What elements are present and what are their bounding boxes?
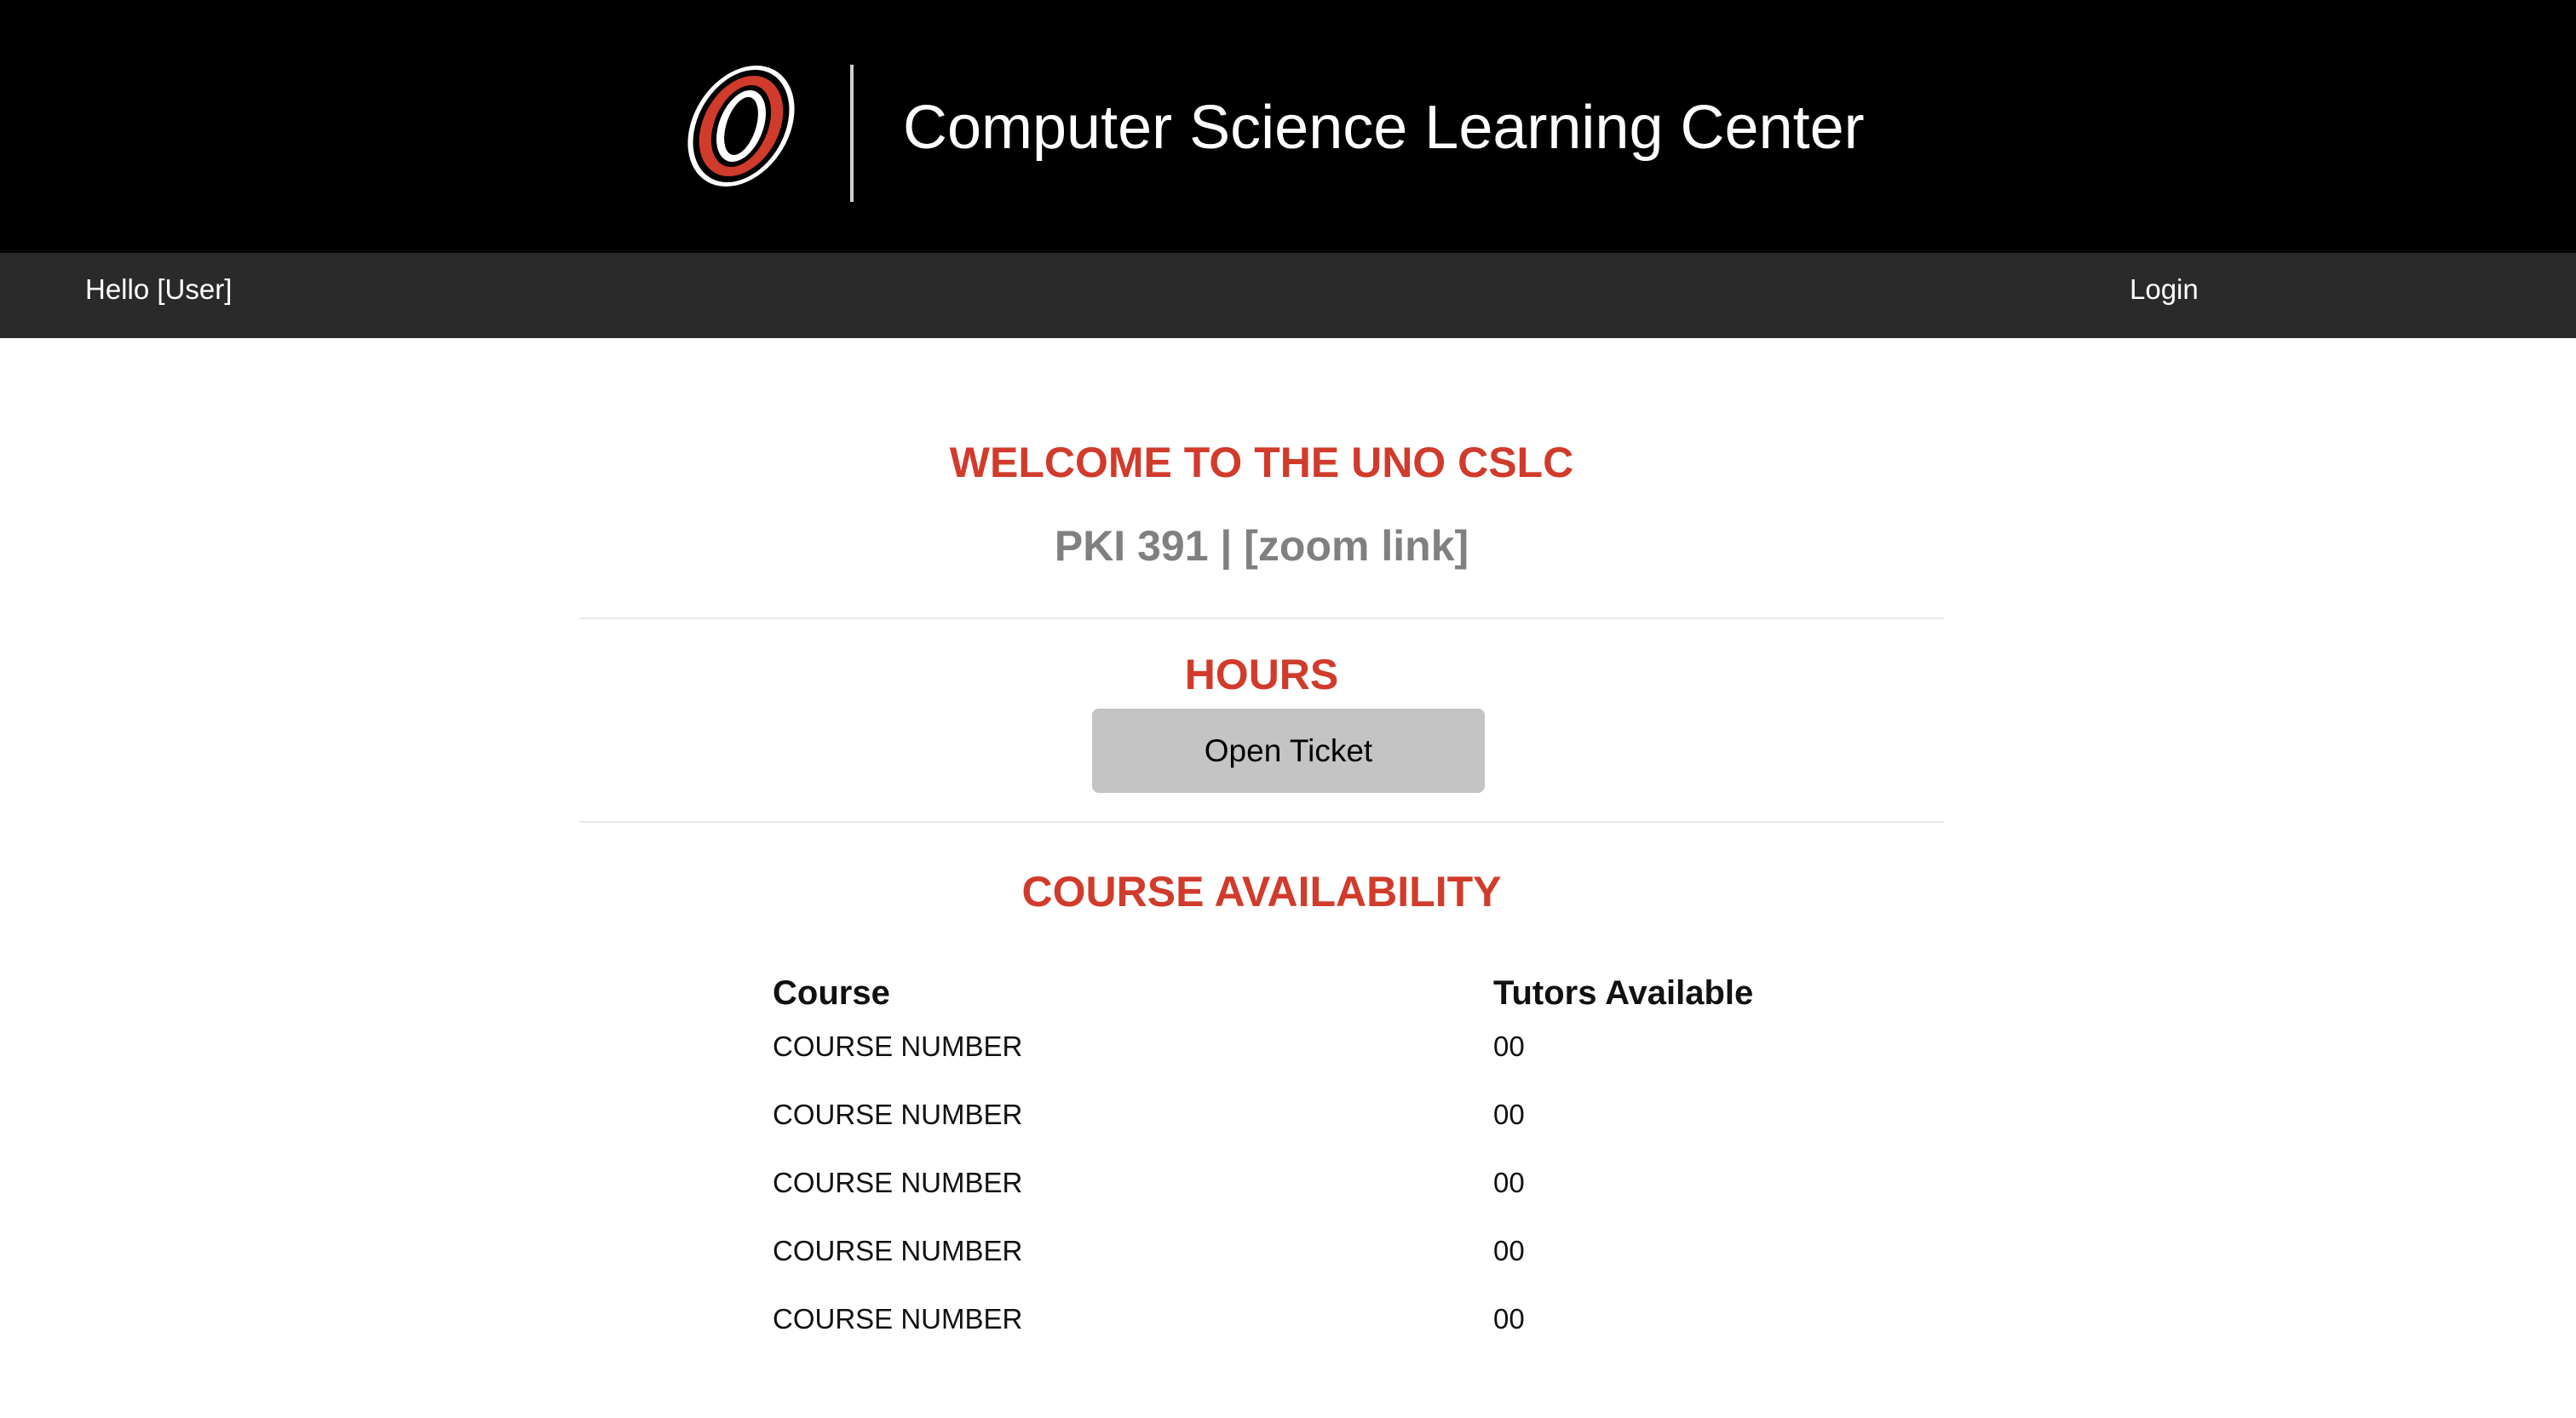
tutors-cell: 00 — [1493, 1303, 1525, 1335]
course-cell: COURSE NUMBER — [773, 1303, 1023, 1335]
location-info: PKI 391 | [zoom link] — [1054, 522, 1469, 570]
user-greeting[interactable]: Hello [User] — [85, 253, 232, 338]
tutors-cell: 00 — [1493, 1235, 1525, 1266]
top-navbar: Hello [User] Login — [0, 253, 2576, 338]
hours-heading: HOURS — [1184, 651, 1339, 698]
table-row: COURSE NUMBER 00 — [773, 1166, 1795, 1200]
welcome-heading: WELCOME TO THE UNO CSLC — [949, 439, 1574, 486]
column-header-course: Course — [773, 974, 890, 1012]
course-cell: COURSE NUMBER — [773, 1030, 1023, 1062]
header-divider — [850, 65, 854, 202]
section-divider — [579, 617, 1944, 619]
availability-heading: COURSE AVAILABILITY — [1021, 868, 1502, 916]
table-row: COURSE NUMBER 00 — [773, 1302, 1795, 1336]
course-cell: COURSE NUMBER — [773, 1167, 1023, 1198]
tutors-cell: 00 — [1493, 1167, 1525, 1198]
course-cell: COURSE NUMBER — [773, 1235, 1023, 1266]
column-header-tutors: Tutors Available — [1493, 974, 1754, 1012]
site-header: Computer Science Learning Center — [0, 0, 2576, 253]
login-link[interactable]: Login — [2130, 253, 2199, 338]
table-row: COURSE NUMBER 00 — [773, 1234, 1795, 1268]
uno-o-logo-icon[interactable] — [677, 63, 805, 189]
table-row: COURSE NUMBER 00 — [773, 1098, 1795, 1132]
course-cell: COURSE NUMBER — [773, 1099, 1023, 1130]
site-title: Computer Science Learning Center — [903, 94, 1865, 162]
table-row: COURSE NUMBER 00 — [773, 1030, 1795, 1064]
section-divider — [579, 821, 1944, 823]
tutors-cell: 00 — [1493, 1099, 1525, 1130]
tutors-cell: 00 — [1493, 1030, 1525, 1062]
open-ticket-button[interactable]: Open Ticket — [1092, 709, 1485, 793]
